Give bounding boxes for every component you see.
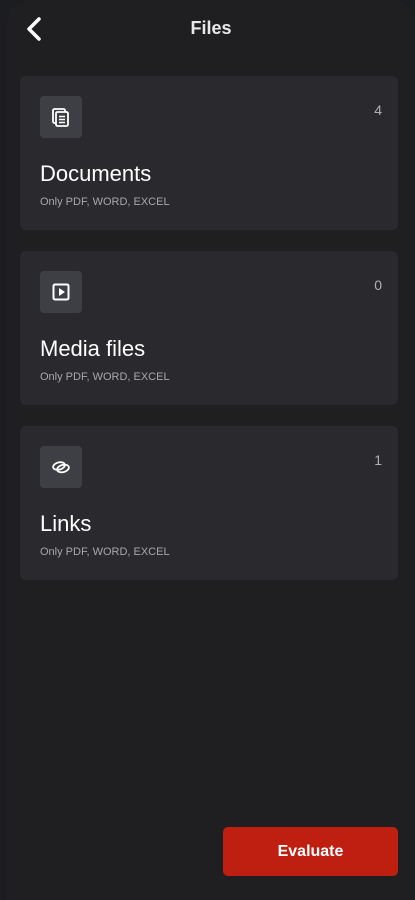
documents-count: 4 xyxy=(374,102,382,118)
links-count: 1 xyxy=(374,452,382,468)
media-files-subtitle: Only PDF, WORD, EXCEL xyxy=(40,371,170,383)
page-title: Files xyxy=(190,18,232,38)
documents-title: Documents xyxy=(40,161,152,186)
evaluate-button[interactable]: Evaluate xyxy=(223,827,398,876)
document-icon xyxy=(52,108,69,127)
links-icon-box xyxy=(40,446,82,488)
header: Files xyxy=(7,0,415,60)
screen: Files 4 Documents Only PDF, WORD, EXCEL … xyxy=(7,0,415,900)
media-icon-box xyxy=(40,271,82,313)
documents-card[interactable]: 4 Documents Only PDF, WORD, EXCEL xyxy=(20,76,398,230)
media-files-count: 0 xyxy=(374,277,382,293)
media-files-title: Media files xyxy=(40,336,146,361)
media-icon xyxy=(52,283,70,301)
documents-icon-box xyxy=(40,96,82,138)
links-card[interactable]: 1 Links Only PDF, WORD, EXCEL xyxy=(20,426,398,580)
links-title: Links xyxy=(40,511,92,536)
media-files-card[interactable]: 0 Media files Only PDF, WORD, EXCEL xyxy=(20,251,398,405)
documents-subtitle: Only PDF, WORD, EXCEL xyxy=(40,196,170,208)
link-icon xyxy=(52,461,70,474)
links-subtitle: Only PDF, WORD, EXCEL xyxy=(40,546,170,558)
